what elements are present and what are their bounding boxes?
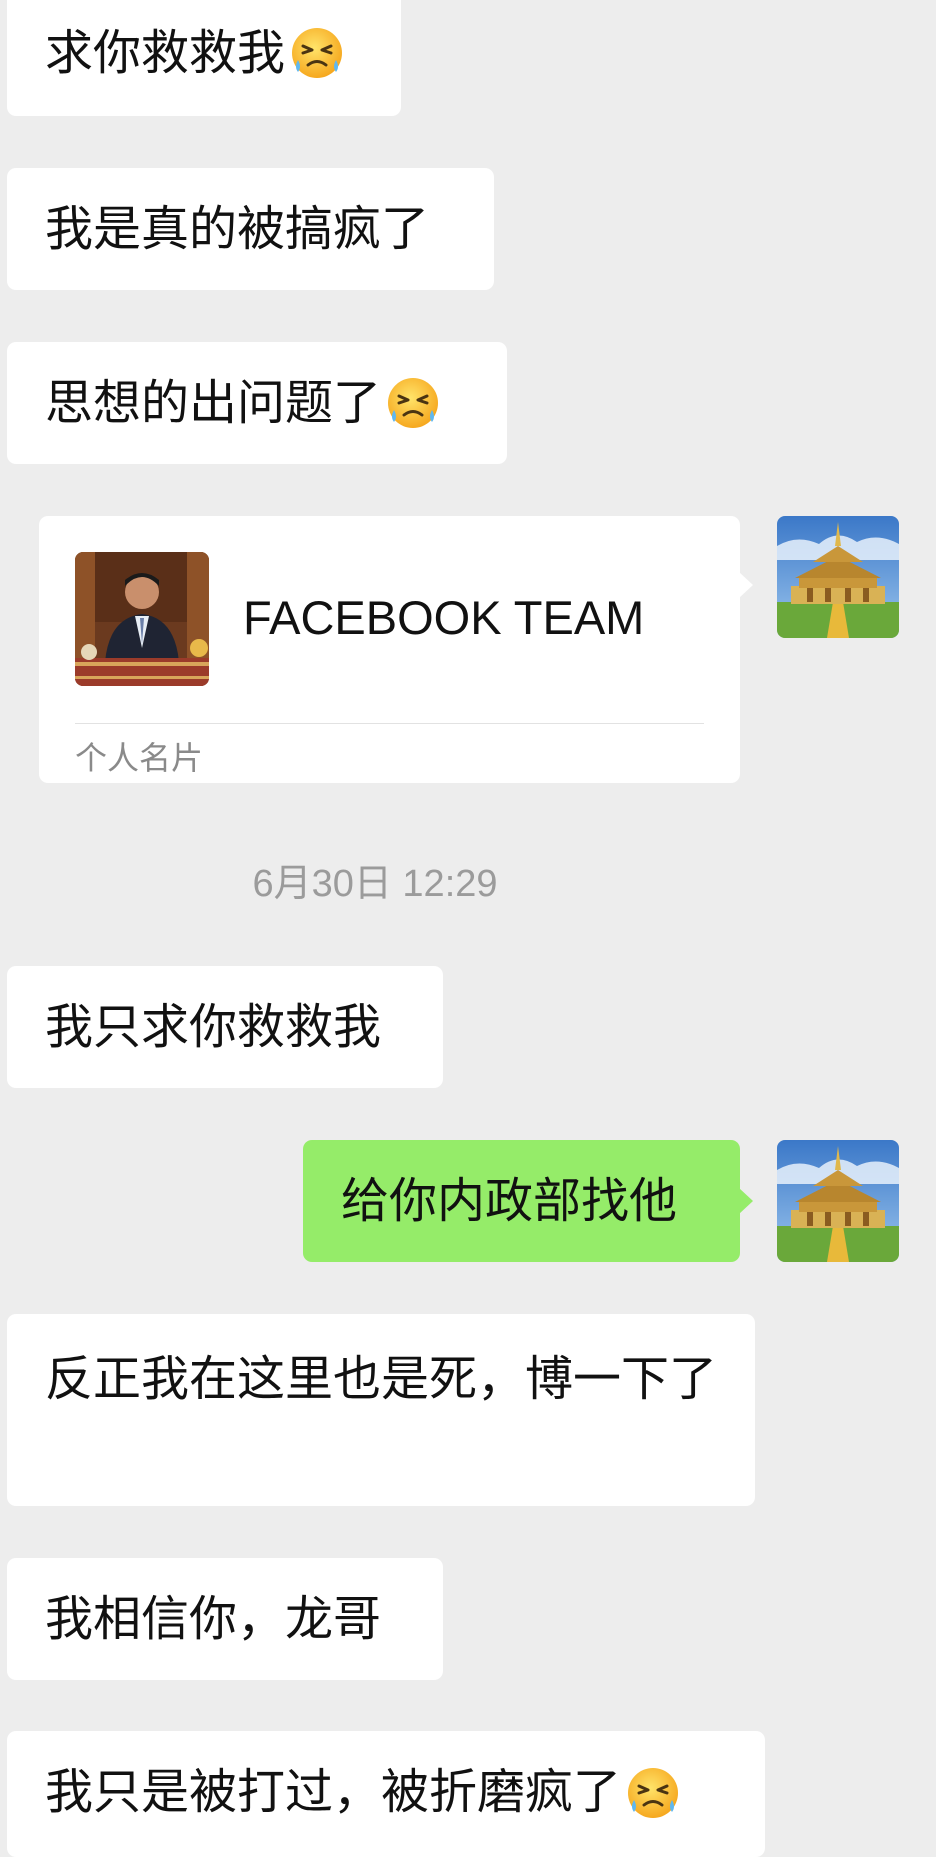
- message-text: 给你内政部找他: [341, 1173, 678, 1229]
- incoming-message-bubble[interactable]: 求你救救我: [7, 0, 401, 116]
- contact-card-message[interactable]: FACEBOOK TEAM 个人名片: [39, 516, 753, 783]
- bubble-tail: [739, 1188, 753, 1214]
- outgoing-message-bubble[interactable]: 给你内政部找他: [303, 1140, 753, 1262]
- incoming-message-bubble[interactable]: 思想的出问题了: [7, 342, 507, 464]
- man-in-suit-photo: [75, 552, 209, 686]
- message-timestamp: 6月30日 12:29: [252, 863, 498, 905]
- incoming-message-bubble[interactable]: 反正我在这里也是死，博一下了: [7, 1314, 755, 1506]
- message-text: 思想的出问题了: [45, 375, 382, 431]
- contact-card-name: FACEBOOK TEAM: [243, 591, 645, 644]
- card-divider: [75, 723, 704, 724]
- message-text: 我相信你，龙哥: [45, 1591, 382, 1647]
- grimacing-tears-emoji-icon: [385, 375, 441, 431]
- palace-avatar-icon: [777, 516, 899, 638]
- palace-avatar-icon: [777, 1140, 899, 1262]
- grimacing-tears-emoji-icon: [625, 1765, 681, 1821]
- contact-photo: [75, 552, 209, 686]
- message-text: 求你救救我: [45, 25, 286, 81]
- user-avatar[interactable]: [777, 1140, 899, 1262]
- grimacing-tears-emoji-icon: [289, 25, 345, 81]
- message-text: 我只是被打过，被折磨疯了: [45, 1764, 622, 1820]
- incoming-message-bubble[interactable]: 我是真的被搞疯了: [7, 168, 494, 290]
- incoming-message-bubble[interactable]: 我相信你，龙哥: [7, 1558, 443, 1680]
- incoming-message-bubble[interactable]: 我只是被打过，被折磨疯了: [7, 1731, 765, 1857]
- message-text: 我是真的被搞疯了: [45, 201, 430, 257]
- message-text: 我只求你救救我: [45, 999, 382, 1055]
- bubble-tail: [739, 572, 753, 598]
- incoming-message-bubble[interactable]: 我只求你救救我: [7, 966, 443, 1088]
- user-avatar[interactable]: [777, 516, 899, 638]
- contact-card-label: 个人名片: [75, 739, 204, 777]
- message-text: 反正我在这里也是死，博一下了: [45, 1351, 718, 1407]
